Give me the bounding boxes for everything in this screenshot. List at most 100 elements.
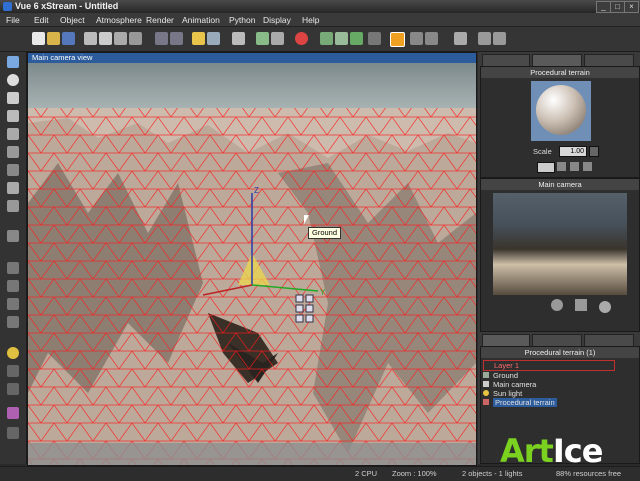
duplicate-icon[interactable]: [129, 32, 142, 45]
render-icon[interactable]: [320, 32, 333, 45]
terrain-icon[interactable]: [454, 32, 467, 45]
undo-icon[interactable]: [155, 32, 168, 45]
menu-file[interactable]: File: [6, 15, 20, 25]
menu-python[interactable]: Python: [229, 15, 255, 25]
metablob-tool-icon[interactable]: [7, 280, 19, 292]
tab-material[interactable]: [532, 54, 582, 66]
cone-tool-icon[interactable]: [7, 110, 19, 122]
menu-help[interactable]: Help: [302, 15, 319, 25]
menu-edit[interactable]: Edit: [34, 15, 49, 25]
menu-animation[interactable]: Animation: [182, 15, 220, 25]
gizmo-handle-resize[interactable]: [305, 304, 314, 313]
menu-object[interactable]: Object: [60, 15, 85, 25]
select-tool-icon[interactable]: [7, 56, 19, 68]
save-icon[interactable]: [62, 32, 75, 45]
color-icon[interactable]: [295, 32, 308, 45]
viewport-header: Main camera view: [28, 53, 476, 63]
maximize-button[interactable]: □: [610, 1, 625, 13]
object-icon[interactable]: [232, 32, 245, 45]
tab-world-materials[interactable]: [532, 334, 582, 346]
layer-row[interactable]: Layer 1: [483, 360, 615, 371]
main-camera-viewport[interactable]: Main camera view Z Y Ground: [27, 52, 477, 466]
display-option-icon[interactable]: [390, 32, 405, 47]
scale-input[interactable]: 1.00: [559, 146, 587, 157]
ground-icon: [483, 372, 489, 378]
text-tool-icon[interactable]: [7, 92, 19, 104]
camera-rotate-icon[interactable]: [599, 301, 611, 313]
cut-icon[interactable]: [84, 32, 97, 45]
material-a-button[interactable]: [537, 162, 555, 173]
minimize-button[interactable]: _: [596, 1, 611, 13]
mouse-cursor-icon: [304, 215, 309, 224]
open-icon[interactable]: [47, 32, 60, 45]
layer-label: Layer 1: [494, 361, 520, 370]
paste-icon[interactable]: [114, 32, 127, 45]
play-icon[interactable]: [368, 32, 381, 45]
viewport-title: Main camera view: [32, 53, 93, 62]
sphere-tool-icon[interactable]: [7, 74, 19, 86]
menu-render[interactable]: Render: [146, 15, 174, 25]
axis-label-y: Y: [320, 288, 326, 297]
gizmo-handle-pivot[interactable]: [305, 314, 314, 323]
gizmo-handle-scale[interactable]: [295, 304, 304, 313]
layout-icon[interactable]: [478, 32, 491, 45]
right-panel: Procedural terrain Scale 1.00 Main camer…: [478, 52, 640, 464]
spot-tool-icon[interactable]: [7, 383, 19, 395]
menu-atmosphere[interactable]: Atmosphere: [96, 15, 142, 25]
tab-animation[interactable]: [584, 54, 634, 66]
window-title: Vue 6 xStream - Untitled: [15, 1, 119, 11]
light-tool-icon[interactable]: [7, 347, 19, 359]
sphere-icon[interactable]: [271, 32, 284, 45]
material-edit-icon[interactable]: [557, 162, 566, 171]
water-tool-icon[interactable]: [7, 200, 19, 212]
new-icon[interactable]: [32, 32, 45, 45]
grid-icon[interactable]: [493, 32, 506, 45]
copy-icon[interactable]: [99, 32, 112, 45]
render-options-icon[interactable]: [350, 32, 363, 45]
cloud-icon[interactable]: [207, 32, 220, 45]
tab-world-links[interactable]: [584, 334, 634, 346]
cube-tool-icon[interactable]: [7, 128, 19, 140]
camera-pan-icon[interactable]: [575, 299, 587, 311]
paint-icon[interactable]: [256, 32, 269, 45]
scale-stepper[interactable]: [589, 146, 599, 157]
menu-display[interactable]: Display: [263, 15, 291, 25]
tree-item-procedural-terrain[interactable]: Procedural terrain: [493, 398, 557, 407]
zoom-icon[interactable]: [410, 32, 423, 45]
tree-item-sun-light[interactable]: Sun light: [493, 389, 522, 398]
title-bar: Vue 6 xStream - Untitled _ □ ×: [0, 0, 640, 14]
plant-tool-icon[interactable]: [7, 146, 19, 158]
terrain-wireframe[interactable]: Z Y: [28, 63, 476, 465]
group-tool-icon[interactable]: [7, 298, 19, 310]
rock-tool-icon[interactable]: [7, 164, 19, 176]
atmosphere-icon[interactable]: [192, 32, 205, 45]
ungroup-tool-icon[interactable]: [7, 316, 19, 328]
gizmo-handle-twist[interactable]: [295, 314, 304, 323]
material-tool-icon[interactable]: [7, 407, 19, 419]
tab-world-objects[interactable]: [482, 334, 530, 346]
pan-icon[interactable]: [425, 32, 438, 45]
close-button[interactable]: ×: [624, 1, 639, 13]
axis-label-z: Z: [254, 186, 259, 195]
camera-move-icon[interactable]: [551, 299, 563, 311]
redo-icon[interactable]: [170, 32, 183, 45]
tree-item-ground[interactable]: Ground: [493, 371, 518, 380]
status-objects: 2 objects - 1 lights: [462, 469, 523, 478]
material-preview[interactable]: [531, 81, 591, 141]
render-area-icon[interactable]: [335, 32, 348, 45]
material-save-icon[interactable]: [583, 162, 592, 171]
tab-objects[interactable]: [482, 54, 530, 66]
gizmo-handle-rotate[interactable]: [305, 294, 314, 303]
camera-tool-icon[interactable]: [7, 365, 19, 377]
gizmo-handle-move[interactable]: [295, 294, 304, 303]
object-tool-icon[interactable]: [7, 230, 19, 242]
animation-tool-icon[interactable]: [7, 427, 19, 439]
camera-icon: [483, 381, 489, 387]
material-load-icon[interactable]: [570, 162, 579, 171]
terrain-icon: [483, 399, 489, 405]
scale-label: Scale: [533, 147, 552, 156]
terrain-tool-icon[interactable]: [7, 182, 19, 194]
camera-preview: [493, 193, 627, 295]
tree-item-main-camera[interactable]: Main camera: [493, 380, 536, 389]
boolean-tool-icon[interactable]: [7, 262, 19, 274]
